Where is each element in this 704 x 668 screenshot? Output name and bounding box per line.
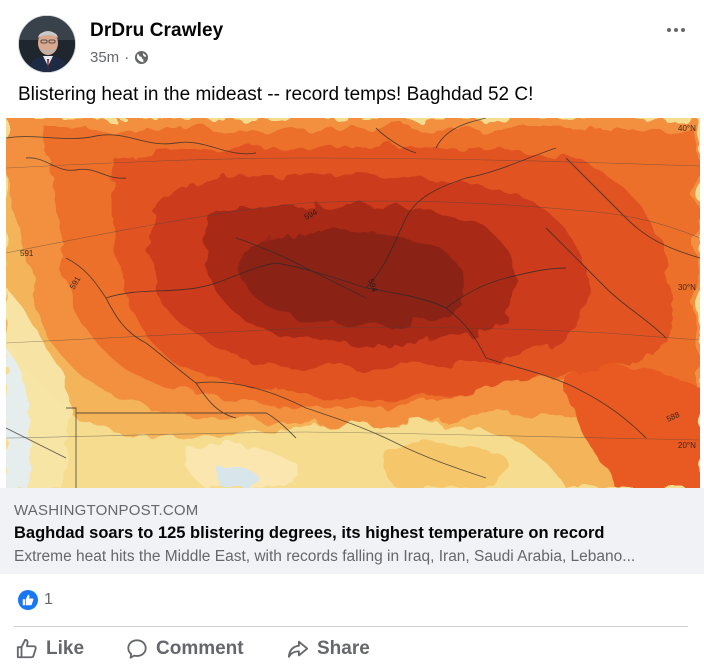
like-button[interactable]: Like	[16, 634, 84, 664]
like-icon	[18, 590, 38, 610]
link-title[interactable]: Baghdad soars to 125 blistering degrees,…	[14, 524, 605, 543]
more-options-icon[interactable]	[664, 20, 688, 40]
thumbs-up-icon	[16, 638, 38, 660]
post-actions: Like Comment Share	[0, 630, 704, 668]
link-preview-card[interactable]: 40°N 30°N 20°N 594 594 591 591 588 WASHI…	[0, 118, 704, 574]
post-meta: 35m ·	[90, 49, 149, 66]
link-card-footer[interactable]: WASHINGTONPOST.COM Baghdad soars to 125 …	[0, 488, 704, 574]
contour-label: 591	[20, 249, 34, 258]
link-description: Extreme heat hits the Middle East, with …	[14, 548, 636, 565]
lat-label-20: 20°N	[678, 441, 696, 450]
comment-icon	[126, 638, 148, 660]
post-header: DrDru Crawley 35m ·	[18, 14, 688, 74]
lat-label-30: 30°N	[678, 283, 696, 292]
avatar[interactable]	[18, 15, 76, 73]
share-label: Share	[317, 638, 370, 659]
globe-icon[interactable]	[134, 50, 149, 65]
reaction-summary[interactable]: 1	[18, 590, 53, 610]
reaction-count: 1	[44, 591, 53, 608]
meta-separator: ·	[124, 49, 130, 66]
heat-map-image: 40°N 30°N 20°N 594 594 591 591 588	[6, 118, 700, 488]
share-icon	[287, 638, 309, 660]
post-timestamp[interactable]: 35m	[90, 49, 119, 66]
comment-label: Comment	[156, 638, 244, 659]
divider	[14, 626, 688, 627]
comment-button[interactable]: Comment	[126, 634, 244, 664]
lat-label-40: 40°N	[678, 124, 696, 133]
share-button[interactable]: Share	[287, 634, 370, 664]
author-name[interactable]: DrDru Crawley	[90, 20, 223, 42]
post-text: Blistering heat in the mideast -- record…	[18, 84, 534, 105]
like-label: Like	[46, 638, 85, 659]
link-domain: WASHINGTONPOST.COM	[14, 502, 199, 519]
